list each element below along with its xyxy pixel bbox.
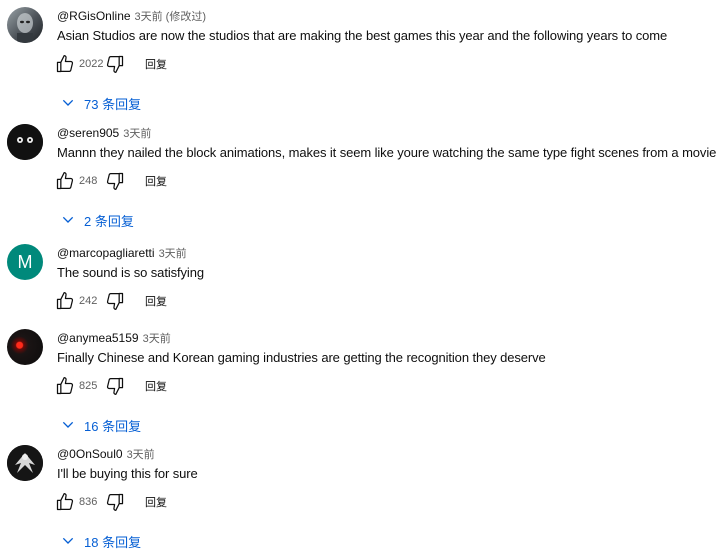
comment-text: The sound is so satisfying bbox=[57, 265, 204, 280]
view-replies-button[interactable]: 18 条回复 bbox=[60, 531, 141, 551]
avatar[interactable] bbox=[7, 329, 43, 365]
reply-button[interactable]: 回复 bbox=[145, 378, 167, 394]
avatar[interactable] bbox=[7, 124, 43, 160]
avatar[interactable] bbox=[7, 445, 43, 481]
comment-actions: 242 回复 bbox=[55, 291, 167, 311]
view-replies-button[interactable]: 73 条回复 bbox=[60, 93, 141, 113]
thumb-down-icon[interactable] bbox=[105, 171, 125, 191]
comment-time[interactable]: 3天前 bbox=[127, 446, 155, 462]
comment-author[interactable]: @anymea5159 bbox=[57, 331, 139, 345]
thumb-down-icon[interactable] bbox=[105, 54, 125, 74]
thumb-up-icon[interactable] bbox=[55, 291, 75, 311]
comment-actions: 2022 回复 bbox=[55, 54, 167, 74]
comment-author[interactable]: @seren905 bbox=[57, 126, 119, 140]
comment-time[interactable]: 3天前 bbox=[143, 330, 171, 346]
avatar[interactable]: M bbox=[7, 244, 43, 280]
replies-count: 16 条回复 bbox=[84, 418, 142, 434]
comment-time[interactable]: 3天前 bbox=[123, 125, 151, 141]
replies-count: 18 条回复 bbox=[84, 534, 142, 550]
chevron-down-icon bbox=[62, 216, 74, 223]
reply-button[interactable]: 回复 bbox=[145, 56, 167, 72]
chevron-down-icon bbox=[62, 99, 74, 106]
thumb-down-icon[interactable] bbox=[105, 291, 125, 311]
view-replies-button[interactable]: 2 条回复 bbox=[60, 210, 134, 230]
thumb-up-icon[interactable] bbox=[55, 171, 75, 191]
comment-time[interactable]: 3天前 bbox=[135, 8, 163, 24]
comment-text: Asian Studios are now the studios that a… bbox=[57, 28, 668, 43]
avatar[interactable] bbox=[7, 7, 43, 43]
comment-text: I'll be buying this for sure bbox=[57, 466, 198, 481]
comment-author[interactable]: @RGisOnline bbox=[57, 9, 131, 23]
replies-count: 2 条回复 bbox=[84, 213, 134, 229]
comment-text: Finally Chinese and Korean gaming indust… bbox=[57, 350, 546, 365]
thumb-down-icon[interactable] bbox=[105, 376, 125, 396]
comment-actions: 825 回复 bbox=[55, 376, 167, 396]
comment-actions: 248 回复 bbox=[55, 171, 167, 191]
edited-label: (修改过) bbox=[165, 11, 206, 23]
comment-text: Mannn they nailed the block animations, … bbox=[57, 145, 717, 160]
thumb-up-icon[interactable] bbox=[55, 492, 75, 512]
reply-button[interactable]: 回复 bbox=[145, 293, 167, 309]
reply-button[interactable]: 回复 bbox=[145, 173, 167, 189]
thumb-down-icon[interactable] bbox=[105, 492, 125, 512]
replies-count: 73 条回复 bbox=[84, 96, 142, 112]
comment-actions: 836 回复 bbox=[55, 492, 167, 512]
thumb-up-icon[interactable] bbox=[55, 54, 75, 74]
avatar-letter: M bbox=[17, 251, 33, 272]
view-replies-button[interactable]: 16 条回复 bbox=[60, 415, 141, 435]
comment-time[interactable]: 3天前 bbox=[159, 245, 187, 261]
comment-author[interactable]: @marcopagliaretti bbox=[57, 246, 155, 260]
chevron-down-icon bbox=[62, 537, 74, 544]
reply-button[interactable]: 回复 bbox=[145, 494, 167, 510]
chevron-down-icon bbox=[62, 421, 74, 428]
thumb-up-icon[interactable] bbox=[55, 376, 75, 396]
comment-author[interactable]: @0OnSoul0 bbox=[57, 447, 123, 461]
